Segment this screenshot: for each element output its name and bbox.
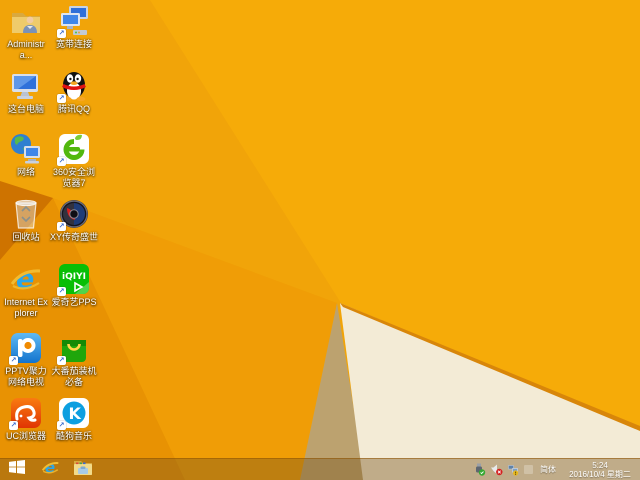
clock-time: 5:24 [592, 460, 608, 470]
desktop-icon-iqiyi[interactable]: iQIYI ↗ 爱奇艺PPS [50, 262, 98, 324]
shortcut-arrow-icon: ↗ [57, 94, 66, 103]
desktop-icon-broadband[interactable]: ↗ 宽带连接 [50, 4, 98, 66]
windows-start-icon [9, 460, 25, 479]
clock-date: 2016/10/4 星期二 [569, 469, 631, 479]
network-globe-icon [9, 132, 43, 166]
desktop-icon-internet-explorer[interactable]: e Internet Explorer [2, 262, 50, 324]
desktop-icon-kugou[interactable]: K ↗ 酷狗音乐 [50, 396, 98, 458]
desktop-icon-label: PPTV聚力 网络电视 [5, 366, 47, 387]
desktop-icon-label: 大番茄装机必备 [51, 366, 97, 387]
shortcut-arrow-icon: ↗ [57, 421, 66, 430]
network-warning-icon[interactable] [507, 463, 520, 476]
desktop-icon-label: XY传奇盛世 [50, 232, 99, 242]
desktop-icon-360-browser[interactable]: ↗ 360安全浏览器7 [50, 132, 98, 194]
usb-safely-remove-icon[interactable] [473, 463, 486, 476]
svg-text:e: e [16, 264, 34, 295]
taskbar-clock[interactable]: 5:24 2016/10/4 星期二 [563, 461, 637, 479]
shortcut-arrow-icon: ↗ [57, 29, 66, 38]
desktop-icon-label: 回收站 [12, 232, 40, 242]
svg-text:iQIYI: iQIYI [62, 272, 86, 282]
internet-explorer-icon: e [9, 262, 43, 296]
hidden-tray-icon[interactable] [524, 465, 533, 474]
desktop-icon-label: 网络 [16, 167, 35, 177]
desktop-icon-label: 这台电脑 [7, 104, 44, 114]
shortcut-arrow-icon: ↗ [57, 222, 66, 231]
desktop-icon-label: 酷狗音乐 [55, 431, 92, 441]
taskbar: e 简体 5:24 2016/10/4 星期二 [0, 458, 640, 480]
volume-muted-icon[interactable] [490, 463, 503, 476]
start-button[interactable] [0, 459, 34, 480]
desktop-icon-label: Internet Explorer [4, 297, 48, 318]
recycle-bin-icon [9, 197, 43, 231]
desktop-icon-pptv[interactable]: ↗ PPTV聚力 网络电视 [2, 331, 50, 393]
desktop-icon-label: 宽带连接 [55, 39, 92, 49]
desktop-icon-label: Administra... [7, 39, 45, 60]
internet-explorer-icon: e [41, 458, 60, 480]
system-tray: 简体 5:24 2016/10/4 星期二 [473, 459, 640, 480]
file-explorer-icon [73, 459, 93, 480]
desktop-icon-qq[interactable]: ↗ 腾讯QQ [50, 69, 98, 131]
desktop-icon-label: 爱奇艺PPS [51, 297, 97, 307]
desktop-icon-xy-game[interactable]: ↗ XY传奇盛世 [50, 197, 98, 259]
desktop: Administra... ↗ 宽带连接 这台电脑 ↗ 腾讯QQ 网络 ↗ 36… [0, 0, 640, 480]
ime-indicator[interactable]: 简体 [537, 464, 559, 475]
taskbar-file-explorer-button[interactable] [68, 459, 98, 480]
desktop-icon-label: 360安全浏览器7 [52, 167, 96, 188]
desktop-icon-this-pc[interactable]: 这台电脑 [2, 69, 50, 131]
shortcut-arrow-icon: ↗ [57, 356, 66, 365]
desktop-icon-administrator[interactable]: Administra... [2, 4, 50, 66]
shortcut-arrow-icon: ↗ [9, 356, 18, 365]
shortcut-arrow-icon: ↗ [57, 157, 66, 166]
desktop-icon-label: 腾讯QQ [57, 104, 90, 114]
desktop-icon-tomato-market[interactable]: ↗ 大番茄装机必备 [50, 331, 98, 393]
shortcut-arrow-icon: ↗ [57, 287, 66, 296]
taskbar-ie-button[interactable]: e [36, 458, 64, 480]
desktop-icon-network[interactable]: 网络 [2, 132, 50, 194]
this-pc-icon [9, 69, 43, 103]
shortcut-arrow-icon: ↗ [9, 421, 18, 430]
desktop-icon-label: UC浏览器 [6, 431, 46, 441]
desktop-icon-uc-browser[interactable]: ↗ UC浏览器 [2, 396, 50, 458]
svg-text:K: K [69, 404, 82, 423]
user-folder-icon [9, 4, 43, 38]
desktop-icon-recycle-bin[interactable]: 回收站 [2, 197, 50, 259]
